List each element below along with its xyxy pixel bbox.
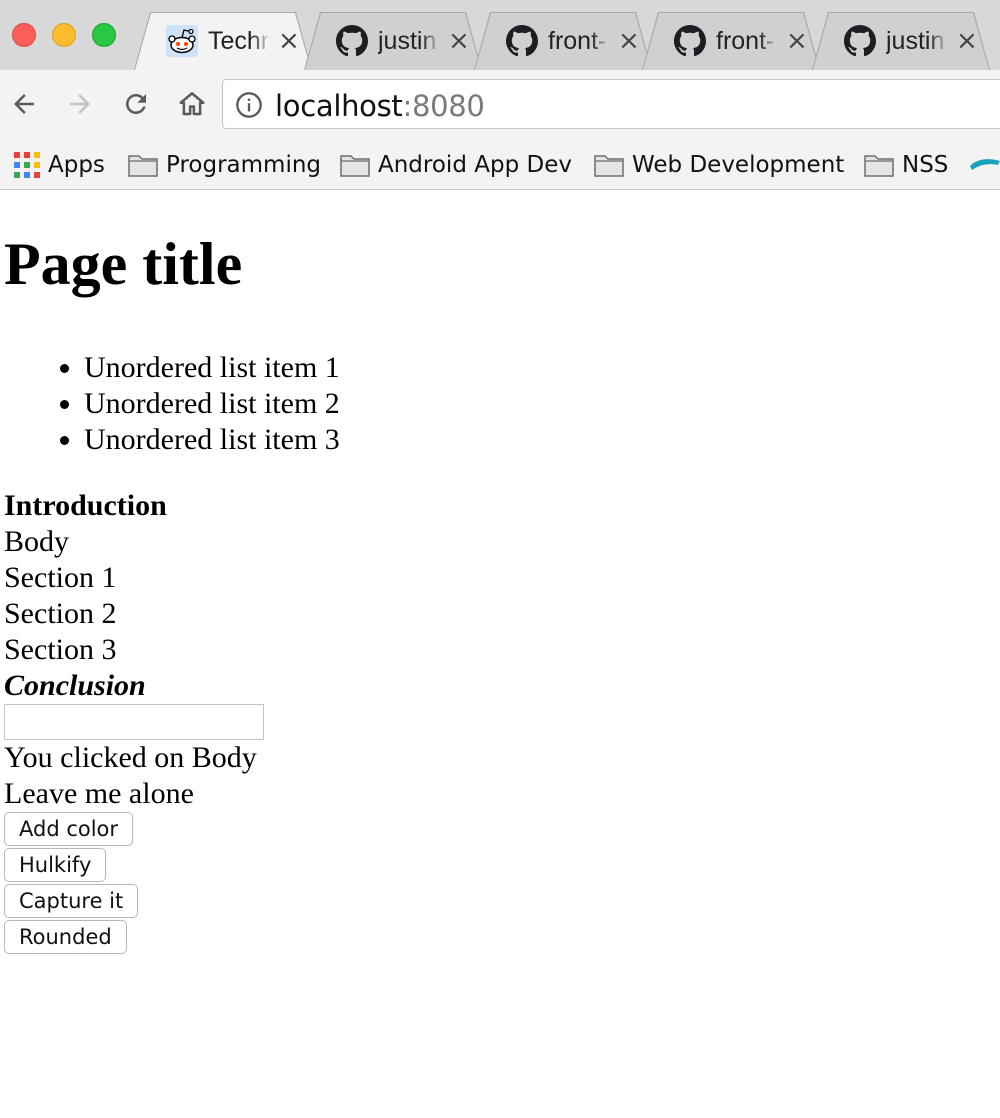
github-icon bbox=[674, 25, 706, 57]
bookmark-label: Apps bbox=[48, 152, 105, 178]
rounded-button[interactable]: Rounded bbox=[4, 920, 127, 954]
tab-close-icon[interactable]: × bbox=[278, 28, 300, 54]
browser-tab[interactable]: justin × bbox=[304, 12, 482, 70]
folder-icon bbox=[340, 153, 370, 177]
url-port: :8080 bbox=[402, 89, 485, 123]
bookmark-label: Programming bbox=[166, 152, 322, 178]
bookmark-folder-programming[interactable]: Programming bbox=[128, 146, 321, 184]
article-body: Introduction Body Section 1 Section 2 Se… bbox=[4, 488, 264, 956]
github-icon bbox=[844, 25, 876, 57]
tab-close-icon[interactable]: × bbox=[786, 28, 808, 54]
tab-title: justin bbox=[378, 26, 437, 55]
tab-title: front- bbox=[548, 26, 607, 55]
capture-it-button[interactable]: Capture it bbox=[4, 884, 139, 918]
hulkify-button[interactable]: Hulkify bbox=[4, 848, 107, 882]
introduction-heading[interactable]: Introduction bbox=[4, 488, 264, 524]
zoom-window-button[interactable] bbox=[92, 23, 116, 47]
page-title: Page title bbox=[4, 231, 243, 297]
list-item: Unordered list item 2 bbox=[84, 386, 340, 422]
bookmarks-bar: Apps Programming Android App Dev Web Dev… bbox=[0, 142, 1000, 190]
url-host: localhost bbox=[275, 89, 403, 123]
reload-button[interactable] bbox=[116, 84, 156, 124]
tab-close-icon[interactable]: × bbox=[956, 28, 978, 54]
folder-icon bbox=[864, 153, 894, 177]
reddit-icon bbox=[166, 25, 198, 57]
bookmark-folder-web-development[interactable]: Web Development bbox=[594, 146, 844, 184]
github-icon bbox=[336, 25, 368, 57]
tab-strip: Techr × justin × front- × front- × justi bbox=[0, 0, 1000, 71]
browser-tab[interactable]: Techr × bbox=[134, 12, 312, 70]
leave-me-alone-text: Leave me alone bbox=[4, 777, 194, 810]
home-button[interactable] bbox=[172, 84, 212, 124]
tab-title: front- bbox=[716, 26, 775, 55]
bookmark-apps[interactable]: Apps bbox=[14, 146, 105, 184]
browser-toolbar: localhost:8080 bbox=[0, 70, 1000, 142]
tab-title: justin bbox=[886, 26, 945, 55]
apps-grid-icon bbox=[14, 152, 40, 178]
add-color-button[interactable]: Add color bbox=[4, 812, 134, 846]
minimize-window-button[interactable] bbox=[52, 23, 76, 47]
bookmark-label: Android App Dev bbox=[378, 152, 572, 178]
folder-icon bbox=[128, 153, 158, 177]
close-window-button[interactable] bbox=[12, 23, 36, 47]
reload-icon bbox=[126, 94, 146, 114]
section-text[interactable]: Section 2 bbox=[4, 596, 264, 632]
browser-tab[interactable]: front- × bbox=[642, 12, 820, 70]
forward-button[interactable] bbox=[60, 84, 100, 124]
browser-tab[interactable]: justin × bbox=[812, 12, 990, 70]
tab-close-icon[interactable]: × bbox=[618, 28, 640, 54]
url-text: localhost:8080 bbox=[275, 89, 485, 123]
back-button[interactable] bbox=[4, 84, 44, 124]
bookmark-partial-icon[interactable] bbox=[968, 146, 1000, 184]
section-text[interactable]: Section 3 bbox=[4, 632, 264, 668]
swoosh-icon bbox=[970, 159, 1000, 170]
list-item: Unordered list item 1 bbox=[84, 350, 340, 386]
section-text[interactable]: Section 1 bbox=[4, 560, 264, 596]
list-item: Unordered list item 3 bbox=[84, 422, 340, 458]
unordered-list: Unordered list item 1 Unordered list ite… bbox=[0, 350, 340, 458]
home-icon bbox=[179, 92, 205, 116]
text-input[interactable] bbox=[4, 704, 264, 740]
bookmark-folder-android[interactable]: Android App Dev bbox=[340, 146, 572, 184]
body-text[interactable]: Body bbox=[4, 524, 264, 560]
click-status-message: You clicked on Body bbox=[4, 741, 257, 774]
bookmark-label: Web Development bbox=[632, 152, 845, 178]
info-icon[interactable] bbox=[235, 91, 263, 124]
page-content: Page title Unordered list item 1 Unorder… bbox=[0, 190, 1000, 1118]
conclusion-heading[interactable]: Conclusion bbox=[4, 668, 264, 704]
tab-close-icon[interactable]: × bbox=[448, 28, 470, 54]
github-icon bbox=[506, 25, 538, 57]
bookmark-label: NSS bbox=[902, 152, 949, 178]
address-bar[interactable]: localhost:8080 bbox=[222, 79, 1000, 129]
browser-tab[interactable]: front- × bbox=[474, 12, 652, 70]
bookmark-folder-nss[interactable]: NSS bbox=[864, 146, 948, 184]
forward-arrow-icon bbox=[70, 94, 90, 114]
tab-title: Techr bbox=[208, 26, 270, 55]
back-arrow-icon bbox=[14, 94, 34, 114]
folder-icon bbox=[594, 153, 624, 177]
